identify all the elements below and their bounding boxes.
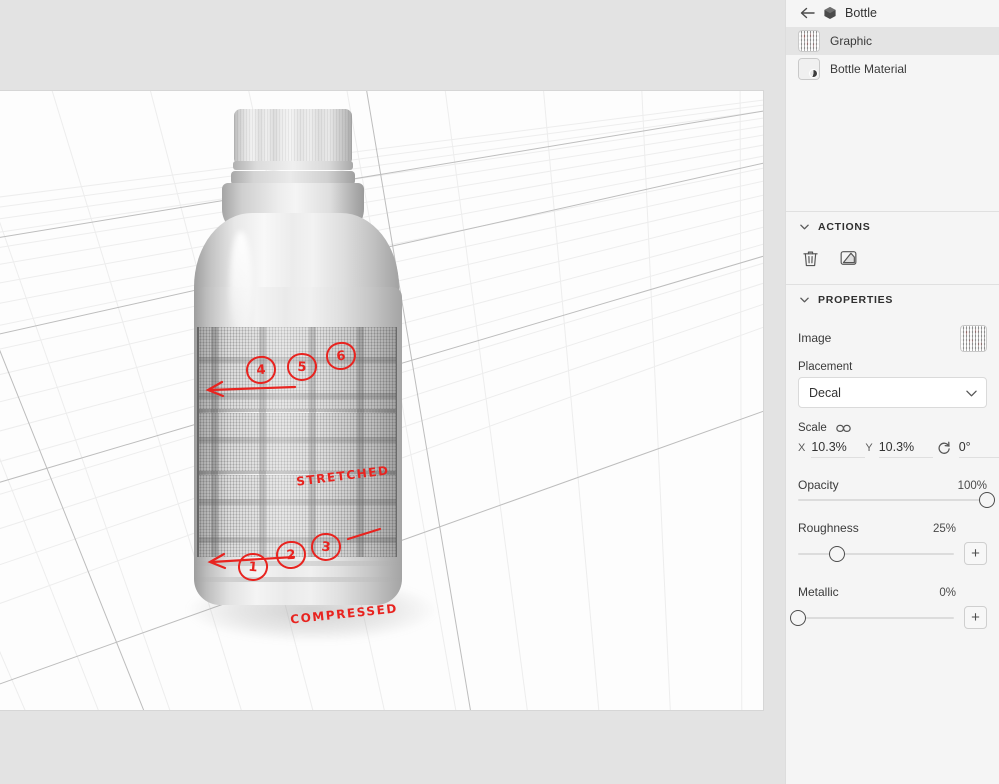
image-property-row: Image — [798, 321, 987, 355]
roughness-slider[interactable] — [798, 553, 954, 555]
scale-x-group: X 10.3% — [798, 438, 865, 458]
trash-icon[interactable] — [800, 248, 820, 268]
scale-label: Scale — [798, 422, 827, 434]
main-area: 4 5 6 STRETCHED 1 2 3 — [0, 0, 784, 784]
3d-viewport[interactable]: 4 5 6 STRETCHED 1 2 3 — [0, 91, 763, 710]
scale-x-input[interactable]: 10.3% — [811, 438, 865, 458]
rotation-input[interactable]: 0° — [959, 438, 999, 458]
roughness-value: 25% — [933, 523, 956, 535]
page-title: Bottle — [845, 6, 877, 20]
panel-header: Bottle — [786, 0, 999, 25]
bottle-cap — [234, 109, 352, 163]
bottle-3d-model[interactable]: 4 5 6 STRETCHED 1 2 3 — [150, 91, 480, 710]
bottle-specular-highlight — [230, 231, 252, 341]
layer-label: Bottle Material — [830, 62, 907, 76]
image-label: Image — [798, 331, 831, 345]
application-window: 4 5 6 STRETCHED 1 2 3 — [0, 0, 999, 784]
metallic-slider-block: Metallic 0% + — [798, 585, 987, 629]
scale-y-input[interactable]: 10.3% — [879, 438, 933, 458]
metallic-value: 0% — [939, 587, 956, 599]
roughness-add-button[interactable]: + — [964, 542, 987, 565]
viewport-frame: 4 5 6 STRETCHED 1 2 3 — [0, 90, 764, 711]
metallic-add-button[interactable]: + — [964, 606, 987, 629]
roughness-label: Roughness — [798, 521, 859, 535]
placement-value: Decal — [809, 386, 841, 400]
section-header-properties[interactable]: PROPERTIES — [786, 285, 999, 315]
chevron-down-icon — [800, 223, 809, 232]
opacity-label: Opacity — [798, 478, 839, 492]
back-arrow-icon[interactable] — [800, 5, 815, 20]
image-texture-thumbnail[interactable] — [960, 325, 987, 352]
chevron-down-icon — [800, 296, 809, 305]
scale-header: Scale — [798, 422, 987, 434]
opacity-slider-handle[interactable] — [979, 492, 995, 508]
image-texture-thumbnail — [798, 30, 820, 52]
rotate-icon[interactable] — [937, 441, 951, 455]
link-icon[interactable] — [836, 424, 851, 433]
layer-list: Graphic Bottle Material — [786, 27, 999, 83]
section-header-actions[interactable]: ACTIONS — [786, 212, 999, 242]
export-image-icon[interactable] — [838, 248, 858, 268]
opacity-slider[interactable] — [798, 499, 987, 501]
scale-x-axis-label: X — [798, 442, 805, 454]
roughness-slider-handle[interactable] — [829, 546, 845, 562]
properties-sidebar: Bottle Graphic Bottle Material A — [785, 0, 999, 784]
metallic-slider-handle[interactable] — [790, 610, 806, 626]
chevron-down-icon — [966, 386, 977, 400]
section-title: ACTIONS — [818, 221, 871, 233]
metallic-slider[interactable] — [798, 617, 954, 619]
roughness-slider-block: Roughness 25% + — [798, 521, 987, 565]
metallic-label: Metallic — [798, 585, 839, 599]
opacity-slider-block: Opacity 100% — [798, 478, 987, 501]
rotation-group: 0° — [937, 438, 999, 458]
material-sphere-thumbnail — [798, 58, 820, 80]
scale-fields: X 10.3% Y 10.3% 0° — [798, 438, 987, 458]
cube-icon — [823, 6, 837, 20]
placement-label: Placement — [798, 361, 987, 373]
annotation-tick-right — [346, 523, 386, 545]
opacity-value: 100% — [958, 480, 987, 492]
layer-item-bottle-material[interactable]: Bottle Material — [786, 55, 999, 83]
properties-body: Image Placement Decal Scale — [786, 315, 999, 629]
layer-label: Graphic — [830, 34, 872, 48]
annotation-arrow-upper — [200, 373, 300, 399]
scale-y-group: Y 10.3% — [865, 438, 932, 458]
scale-y-axis-label: Y — [865, 442, 872, 454]
actions-buttons — [786, 242, 999, 284]
layer-item-graphic[interactable]: Graphic — [786, 27, 999, 55]
bottle-rib — [194, 577, 402, 582]
annotation-arrow-lower — [202, 546, 302, 572]
section-title: PROPERTIES — [818, 294, 893, 306]
placement-select[interactable]: Decal — [798, 377, 987, 408]
bottle-cap-band — [233, 161, 353, 170]
